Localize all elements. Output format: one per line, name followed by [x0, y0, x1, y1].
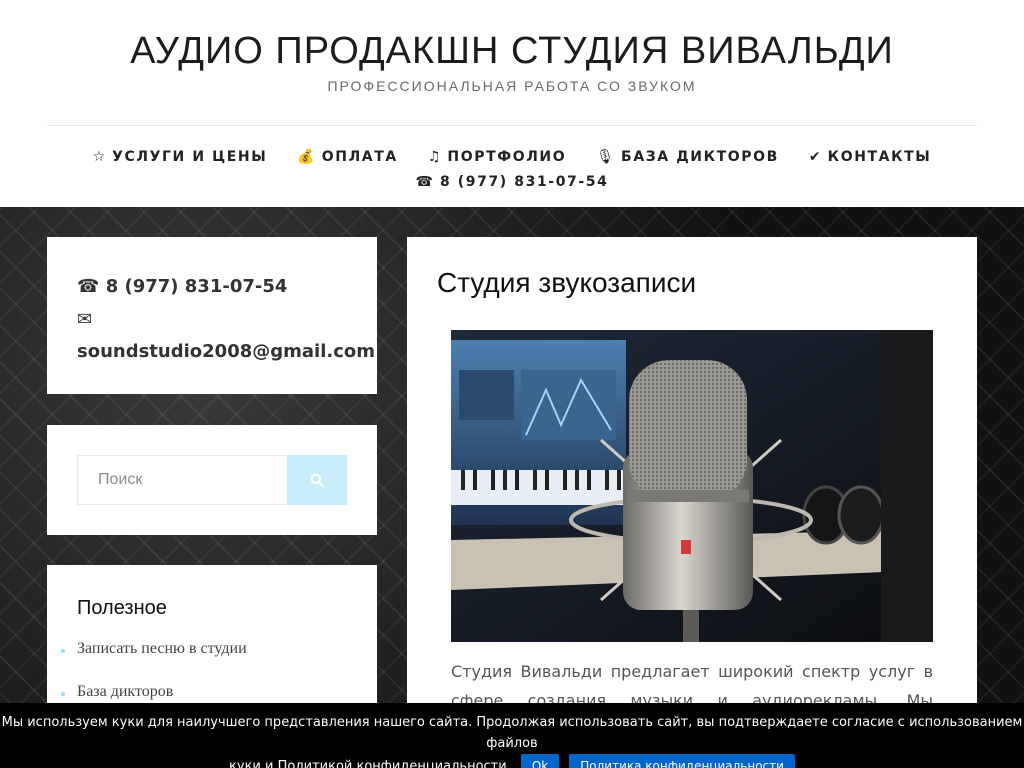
music-note-icon: ♫ [427, 148, 441, 165]
cookie-ok-button[interactable]: Ok [520, 754, 560, 768]
search-form [77, 455, 347, 505]
contact-phone-number: 8 (977) 831-07-54 [105, 276, 288, 297]
nav-row: ☎ 8 (977) 831-07-54 [0, 169, 1024, 194]
envelope-icon: ✉ [77, 308, 93, 330]
money-bag-icon: 💰 [297, 148, 315, 165]
search-input[interactable] [77, 455, 287, 505]
cookie-text-line2: куки и Политикой конфиденциальности. [229, 758, 511, 768]
main-navigation: ☆ УСЛУГИ И ЦЕНЫ 💰 ОПЛАТА ♫ ПОРТФОЛИО 🎙 Б… [0, 144, 1024, 194]
nav-row: ☆ УСЛУГИ И ЦЕНЫ 💰 ОПЛАТА ♫ ПОРТФОЛИО 🎙 Б… [0, 144, 1024, 169]
nav-label: КОНТАКТЫ [827, 148, 932, 165]
contact-phone[interactable]: ☎ 8 (977) 831-07-54 [77, 271, 347, 304]
nav-label: 8 (977) 831-07-54 [439, 173, 609, 190]
microphone-illustration [451, 330, 933, 642]
nav-label: ПОРТФОЛИО [447, 148, 567, 165]
cookie-text-line1: Мы используем куки для наилучшего предст… [1, 715, 1023, 751]
page-title: Студия звукозаписи [437, 267, 697, 298]
privacy-policy-button[interactable]: Политика конфиденциальности [569, 754, 795, 768]
nav-item-services[interactable]: ☆ УСЛУГИ И ЦЕНЫ [93, 149, 268, 165]
useful-link-record-song[interactable]: Записать песню в студии [61, 640, 347, 683]
nav-item-payment[interactable]: 💰 ОПЛАТА [297, 149, 398, 165]
header-divider [47, 125, 977, 126]
contact-email[interactable]: soundstudio2008@gmail.com [77, 336, 375, 369]
microphone-icon: 🎙 [596, 148, 615, 165]
check-icon: ✔ [808, 148, 821, 165]
search-widget [47, 425, 377, 535]
nav-label: УСЛУГИ И ЦЕНЫ [112, 148, 268, 165]
cookie-row: куки и Политикой конфиденциальности. Ok … [229, 754, 795, 768]
widget-title: Полезное [77, 597, 167, 619]
search-button[interactable] [287, 455, 347, 505]
nav-item-contacts[interactable]: ✔ КОНТАКТЫ [809, 149, 931, 165]
nav-label: БАЗА ДИКТОРОВ [621, 148, 779, 165]
site-title[interactable]: АУДИО ПРОДАКШН СТУДИЯ ВИВАЛЬДИ [0, 30, 1024, 73]
site-description: ПРОФЕССИОНАЛЬНАЯ РАБОТА СО ЗВУКОМ [327, 78, 697, 94]
site-header: АУДИО ПРОДАКШН СТУДИЯ ВИВАЛЬДИ ПРОФЕССИО… [0, 0, 1024, 207]
phone-icon: ☎ [77, 276, 100, 297]
main-article: Студия звукозаписи Студия Вивальди предл… [407, 237, 977, 768]
star-icon: ☆ [92, 148, 106, 165]
phone-icon: ☎ [415, 173, 433, 190]
nav-item-phone[interactable]: ☎ 8 (977) 831-07-54 [416, 174, 609, 190]
studio-microphone-photo [451, 330, 933, 642]
search-icon [310, 473, 324, 487]
cookie-banner: Мы используем куки для наилучшего предст… [0, 703, 1024, 768]
nav-label: ОПЛАТА [321, 148, 398, 165]
contact-widget: ☎ 8 (977) 831-07-54 ✉ soundstudio2008@gm… [47, 237, 377, 394]
nav-item-voice-base[interactable]: 🎙 БАЗА ДИКТОРОВ [596, 149, 779, 165]
nav-item-portfolio[interactable]: ♫ ПОРТФОЛИО [428, 149, 566, 165]
